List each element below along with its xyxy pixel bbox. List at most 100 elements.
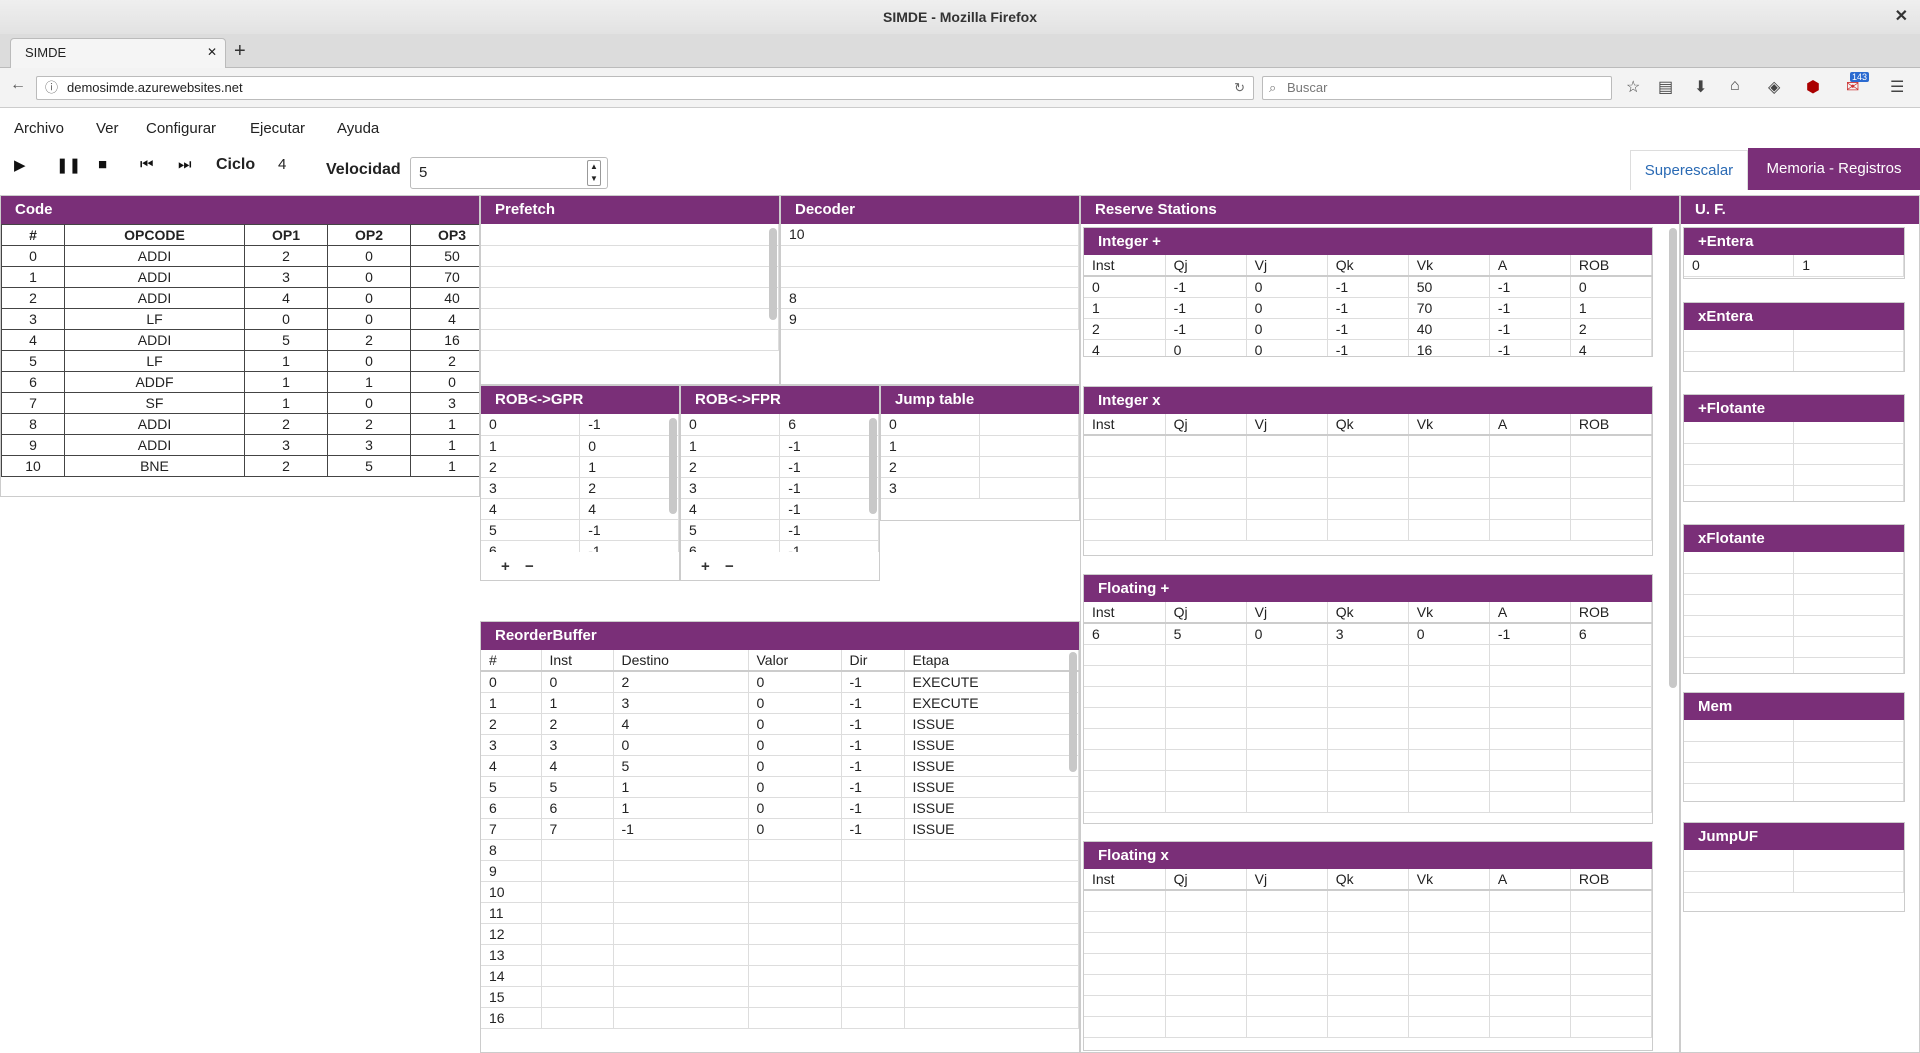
velocidad-label: Velocidad bbox=[326, 161, 401, 178]
menu-ejecutar[interactable]: Ejecutar bbox=[250, 120, 305, 137]
rob-scrollbar[interactable] bbox=[1069, 652, 1077, 772]
code-cell: ADDF bbox=[64, 371, 245, 393]
home-icon[interactable]: ⌂ bbox=[1730, 77, 1740, 95]
station-cell bbox=[1165, 477, 1247, 499]
close-window-icon[interactable]: ✕ bbox=[1895, 0, 1908, 34]
superescalar-button[interactable]: Superescalar bbox=[1630, 150, 1748, 190]
station-cell bbox=[1327, 932, 1409, 954]
stop-icon[interactable]: ■ bbox=[98, 156, 107, 173]
uf-cell bbox=[1793, 594, 1904, 616]
station-cell: 50 bbox=[1408, 276, 1490, 298]
bookmark-star-icon[interactable]: ☆ bbox=[1626, 77, 1640, 97]
code-cell: 0 bbox=[327, 350, 411, 372]
station-col-header: Vj bbox=[1246, 255, 1328, 277]
station-cell bbox=[1246, 995, 1328, 1017]
prefetch-scrollbar[interactable] bbox=[769, 228, 777, 320]
station-cell bbox=[1570, 770, 1652, 792]
spinner-icon[interactable]: ▲ ▼ bbox=[587, 160, 601, 186]
step-forward-icon[interactable]: ⏭ bbox=[178, 156, 192, 173]
table-row: 16 bbox=[481, 1007, 1079, 1029]
rob-fpr-add-icon[interactable]: + bbox=[701, 558, 710, 575]
rob-fpr-scrollbar[interactable] bbox=[869, 418, 877, 514]
tab-label: SIMDE bbox=[25, 45, 67, 60]
info-icon[interactable]: ⓘ bbox=[45, 77, 58, 99]
station-cell bbox=[1246, 974, 1328, 996]
url-text: demosimde.azurewebsites.net bbox=[67, 80, 243, 95]
station-cell: 5 bbox=[1165, 623, 1247, 645]
station-col-header: Vk bbox=[1408, 869, 1490, 891]
table-row bbox=[1684, 636, 1904, 658]
step-back-icon[interactable]: ⏮ bbox=[140, 156, 154, 173]
jump-table-panel: Jump table 0123 bbox=[880, 385, 1080, 521]
rob-gpr-scrollbar[interactable] bbox=[669, 418, 677, 514]
reload-icon[interactable]: ↻ bbox=[1234, 77, 1245, 99]
download-icon[interactable]: ⬇ bbox=[1694, 77, 1707, 97]
table-row: 15 bbox=[481, 986, 1079, 1008]
uf-cell bbox=[1793, 443, 1904, 465]
station-cell bbox=[1165, 791, 1247, 813]
rob-cell: 6 bbox=[481, 797, 542, 819]
rob-cell: -1 bbox=[613, 818, 749, 840]
station-cell bbox=[1570, 728, 1652, 750]
rob-cell bbox=[541, 923, 614, 945]
reserve-scrollbar[interactable] bbox=[1669, 228, 1677, 688]
station-cell bbox=[1408, 995, 1490, 1017]
table-row bbox=[1684, 720, 1904, 742]
uf-flotante-x: xFlotante bbox=[1683, 524, 1905, 674]
pause-icon[interactable]: ❚❚ bbox=[56, 156, 81, 174]
table-row bbox=[1084, 890, 1652, 912]
play-icon[interactable]: ▶ bbox=[14, 156, 26, 174]
close-tab-icon[interactable]: ✕ bbox=[207, 45, 217, 59]
menu-archivo[interactable]: Archivo bbox=[14, 120, 64, 137]
memoria-registros-button[interactable]: Memoria - Registros bbox=[1748, 148, 1920, 190]
ublock-icon[interactable]: ⬢ bbox=[1806, 77, 1820, 97]
rob-fpr-cell: 0 bbox=[681, 414, 781, 436]
uf-mem-title: Mem bbox=[1684, 693, 1904, 720]
station-cell bbox=[1570, 890, 1652, 912]
pocket-icon[interactable]: ◈ bbox=[1768, 77, 1780, 97]
station-col-header: Vk bbox=[1408, 414, 1490, 436]
code-cell: ADDI bbox=[64, 266, 245, 288]
uf-cell bbox=[1684, 422, 1795, 444]
browser-tab[interactable]: SIMDE ✕ bbox=[10, 38, 226, 68]
rob-fpr-remove-icon[interactable]: − bbox=[725, 558, 734, 575]
uf-cell bbox=[1793, 783, 1904, 801]
url-bar[interactable]: ⓘ demosimde.azurewebsites.net ↻ bbox=[36, 76, 1254, 100]
rob-cell bbox=[748, 986, 842, 1008]
code-cell: 3 bbox=[1, 308, 65, 330]
table-row bbox=[1684, 573, 1904, 595]
menu-ver[interactable]: Ver bbox=[96, 120, 119, 137]
station-cell bbox=[1570, 953, 1652, 975]
search-input[interactable]: ⌕ Buscar bbox=[1262, 76, 1612, 100]
rob-cell bbox=[748, 839, 842, 861]
rob-gpr-add-icon[interactable]: + bbox=[501, 558, 510, 575]
reading-list-icon[interactable]: ▤ bbox=[1658, 77, 1673, 97]
rob-cell bbox=[541, 944, 614, 966]
integer-plus-title: Integer + bbox=[1084, 228, 1652, 255]
code-cell: 0 bbox=[1, 245, 65, 267]
rob-gpr-cell: 4 bbox=[481, 498, 581, 520]
station-cell bbox=[1489, 953, 1571, 975]
floating-plus-table: Inst Qj Vj Qk Vk A ROB 6 5 0 3 0 -1 6 bbox=[1084, 602, 1652, 813]
menu-configurar[interactable]: Configurar bbox=[146, 120, 216, 137]
station-cell bbox=[1084, 644, 1166, 666]
velocidad-input[interactable]: 5 ▲ ▼ bbox=[410, 157, 608, 189]
rob-cell bbox=[748, 902, 842, 924]
rob-cell: 0 bbox=[748, 755, 842, 777]
new-tab-icon[interactable]: + bbox=[234, 40, 246, 63]
station-cell bbox=[1327, 498, 1409, 520]
table-row bbox=[1684, 330, 1904, 352]
station-cell bbox=[1327, 911, 1409, 933]
rob-cell: 0 bbox=[541, 671, 614, 693]
table-row: 1 bbox=[881, 435, 1079, 457]
rob-gpr-remove-icon[interactable]: − bbox=[525, 558, 534, 575]
station-cell: 0 bbox=[1246, 623, 1328, 645]
menu-ayuda[interactable]: Ayuda bbox=[337, 120, 379, 137]
station-cell bbox=[1327, 665, 1409, 687]
table-row: 6 -1 bbox=[681, 540, 879, 552]
table-row bbox=[1084, 974, 1652, 996]
back-icon[interactable]: ← bbox=[10, 76, 26, 94]
hamburger-menu-icon[interactable]: ☰ bbox=[1890, 77, 1904, 97]
decoder-panel: Decoder 10 8 9 bbox=[780, 195, 1080, 385]
station-cell bbox=[1165, 435, 1247, 457]
